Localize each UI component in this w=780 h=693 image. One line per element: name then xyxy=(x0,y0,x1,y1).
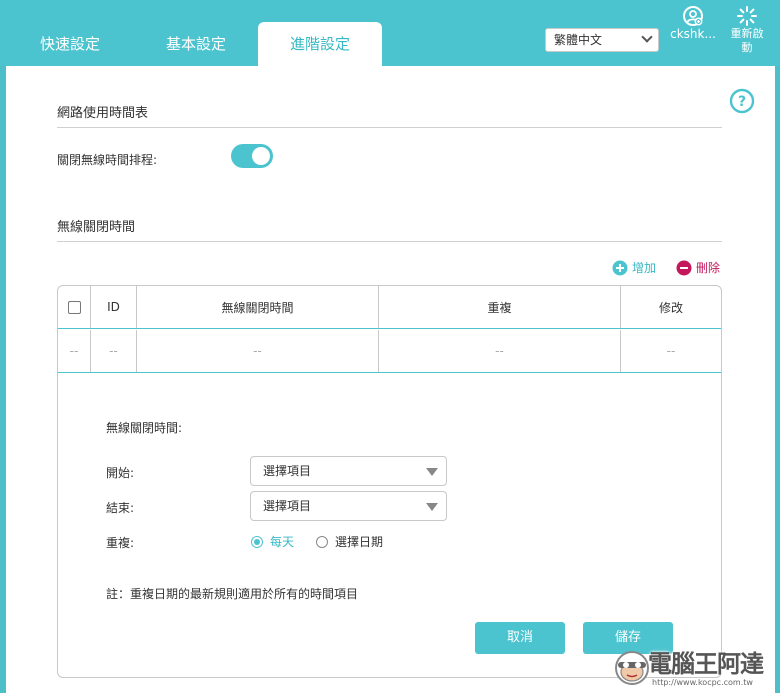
repeat-label: 重複: xyxy=(106,536,135,550)
language-value: 繁體中文 xyxy=(554,33,603,47)
section-title-schedule: 網路使用時間表 xyxy=(57,106,149,121)
dropdown-arrow-icon xyxy=(426,468,438,476)
user-name: ckshk... xyxy=(670,27,716,41)
reboot-button[interactable]: 重新啟 動 xyxy=(724,5,770,55)
header-select-all-cell xyxy=(58,286,91,328)
table-cell: -- xyxy=(137,330,379,372)
watermark-url: http://www.kocpc.com.tw xyxy=(652,678,753,687)
add-label: 增加 xyxy=(632,261,657,275)
table-cell: -- xyxy=(91,330,137,372)
repeat-daily-label[interactable]: 每天 xyxy=(270,533,294,550)
select-all-checkbox[interactable] xyxy=(67,300,81,314)
table-cell: -- xyxy=(379,330,621,372)
user-account-icon xyxy=(683,6,703,26)
start-time-value: 選擇項目 xyxy=(263,464,312,478)
end-time-select[interactable]: 選擇項目 xyxy=(250,491,447,521)
user-menu[interactable]: ckshk... xyxy=(666,5,720,41)
plus-circle-icon xyxy=(612,260,628,275)
repeat-daily-radio[interactable] xyxy=(251,535,263,548)
section-title-off-time: 無線關閉時間 xyxy=(57,220,136,235)
end-label: 結束: xyxy=(106,501,135,515)
note-text: 註：重複日期的最新規則適用於所有的時間項目 xyxy=(106,587,359,601)
divider xyxy=(57,127,722,128)
tab-advanced[interactable]: 進階設定 xyxy=(258,22,382,66)
language-select[interactable]: 繁體中文 xyxy=(545,28,659,52)
toggle-label: 關閉無線時間排程: xyxy=(57,153,158,167)
toggle-knob xyxy=(252,147,270,165)
repeat-select-days-radio[interactable] xyxy=(316,535,329,548)
table-row: -- -- -- -- -- xyxy=(58,330,721,373)
start-label: 開始: xyxy=(106,466,135,480)
tab-quick-setup[interactable]: 快速設定 xyxy=(22,22,118,66)
table-header-row: ID 無線關閉時間 重複 修改 xyxy=(58,286,721,329)
start-time-select[interactable]: 選擇項目 xyxy=(250,456,447,486)
end-time-value: 選擇項目 xyxy=(263,499,312,513)
help-icon[interactable]: ? xyxy=(729,88,755,114)
watermark-text: 電腦王阿達 xyxy=(648,650,764,678)
table-cell: -- xyxy=(666,344,676,358)
tab-basic[interactable]: 基本設定 xyxy=(148,22,244,66)
delete-label: 刪除 xyxy=(696,261,721,275)
minus-circle-icon xyxy=(676,260,692,275)
reboot-label-line1: 重新啟 xyxy=(730,27,764,40)
watermark-mascot-logo xyxy=(615,651,649,685)
wireless-schedule-toggle[interactable] xyxy=(231,144,273,168)
svg-text:?: ? xyxy=(738,94,746,110)
delete-button[interactable]: 刪除 xyxy=(676,259,720,276)
column-header-off-time: 無線關閉時間 xyxy=(137,286,379,328)
table-cell: -- xyxy=(58,330,91,372)
cancel-button[interactable]: 取消 xyxy=(475,622,565,654)
top-nav-bar: 快速設定 基本設定 進階設定 繁體中文 ckshk... 重新啟 動 xyxy=(0,0,780,66)
column-header-id: ID xyxy=(91,286,137,328)
watermark: 電腦王阿達 http://www.kocpc.com.tw xyxy=(612,642,776,692)
reboot-icon xyxy=(737,6,757,26)
repeat-radio-group: 每天 選擇日期 xyxy=(251,533,405,550)
add-button[interactable]: 增加 xyxy=(612,259,656,276)
divider xyxy=(57,241,722,242)
edit-form-title: 無線關閉時間: xyxy=(106,421,183,435)
chevron-down-icon xyxy=(641,31,653,43)
repeat-select-days-label[interactable]: 選擇日期 xyxy=(335,533,383,550)
dropdown-arrow-icon xyxy=(426,503,438,511)
reboot-label-line2: 動 xyxy=(741,41,753,54)
column-header-repeat: 重複 xyxy=(379,286,621,328)
column-header-modify: 修改 xyxy=(658,300,683,315)
